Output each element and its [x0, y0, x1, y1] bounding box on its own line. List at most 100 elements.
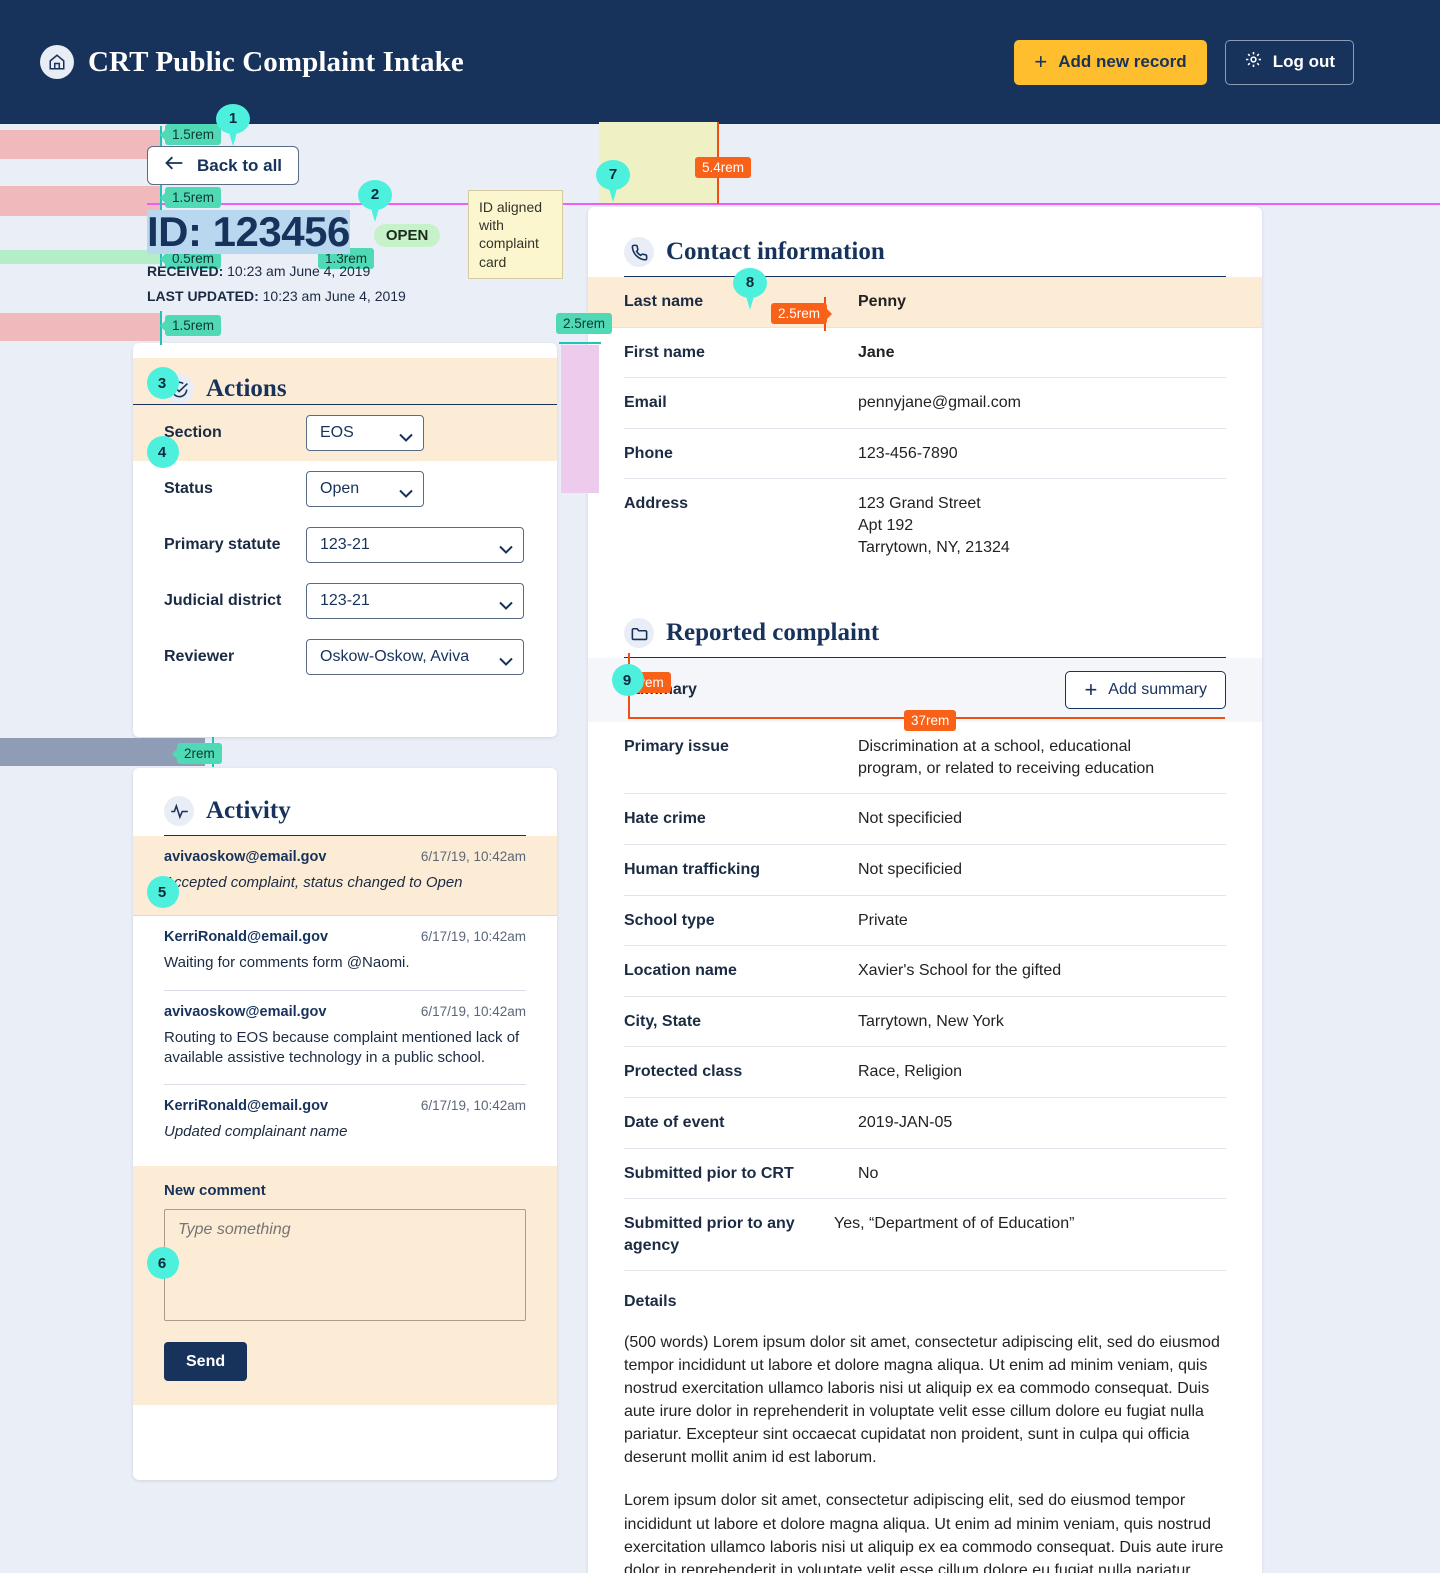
section-value: EOS	[320, 424, 354, 441]
row-value: Race, Religion	[858, 1063, 963, 1081]
activity-user: avivaoskow@email.gov	[164, 1003, 327, 1020]
status-badge: OPEN	[373, 224, 441, 248]
new-comment-block: New comment Send	[133, 1166, 557, 1406]
last-updated-value: 10:23 am June 4, 2019	[262, 288, 406, 305]
pulse-icon	[164, 796, 194, 826]
complaint-row-submitted-prior-agency: Submitted prior to any agency Yes, “Depa…	[624, 1199, 1226, 1272]
activity-user: KerriRonald@email.gov	[164, 929, 329, 946]
complaint-row-submitted-prior-crt: Submitted pior to CRT No	[624, 1149, 1226, 1200]
reviewer-label: Reviewer	[164, 648, 235, 665]
row-value: 123 Grand Street Apt 192 Tarrytown, NY, …	[858, 495, 1010, 556]
complaint-row-location-name: Location name Xavier's School for the gi…	[624, 946, 1226, 997]
row-value: pennyjane@gmail.com	[858, 394, 1021, 412]
status-select[interactable]: Open	[306, 471, 424, 507]
activity-body: Routing to EOS because complaint mention…	[164, 1028, 520, 1066]
row-key: Location name	[624, 962, 737, 980]
chevron-down-icon	[499, 597, 513, 610]
last-updated-label: LAST UPDATED:	[147, 288, 259, 305]
primary-statute-select[interactable]: 123-21	[306, 527, 524, 563]
activity-body: Waiting for comments form @Naomi.	[164, 954, 410, 972]
row-key: Protected class	[624, 1063, 743, 1081]
reviewer-value: Oskow-Oskow, Aviva	[320, 648, 470, 665]
row-key: Submitted pior to CRT	[624, 1164, 794, 1182]
actions-card-header: Actions	[133, 358, 557, 405]
received-label: RECEIVED:	[147, 263, 224, 280]
back-to-all-button[interactable]: Back to all	[147, 146, 299, 185]
received-line: RECEIVED: 10:23 am June 4, 2019	[147, 263, 440, 279]
new-comment-label: New comment	[164, 1182, 266, 1200]
details-paragraph-1: (500 words) Lorem ipsum dolor sit amet, …	[624, 1334, 1220, 1467]
actions-card: Actions Section EOS Status Open Primary …	[133, 343, 557, 737]
gear-icon	[1244, 50, 1263, 74]
activity-user: KerriRonald@email.gov	[164, 1098, 329, 1114]
brand: CRT Public Complaint Intake	[40, 45, 464, 79]
send-comment-button[interactable]: Send	[164, 1342, 248, 1382]
row-key: Address	[624, 495, 689, 513]
app-header: CRT Public Complaint Intake + Add new re…	[0, 0, 1440, 124]
row-key: School type	[624, 911, 715, 929]
activity-time: 6/17/19, 10:42am	[420, 1098, 526, 1113]
activity-body: Accepted complaint, status changed to Op…	[164, 874, 463, 891]
row-key: City, State	[624, 1012, 702, 1030]
activity-card: Activity avivaoskow@email.gov 6/17/19, 1…	[133, 768, 557, 1480]
add-new-record-button[interactable]: + Add new record	[1014, 39, 1207, 85]
section-label: Section	[164, 424, 222, 441]
complaint-row-date-of-event: Date of event 2019-JAN-05	[624, 1098, 1226, 1149]
add-summary-label: Add summary	[1108, 681, 1207, 699]
new-comment-input[interactable]	[164, 1209, 526, 1322]
home-icon	[40, 45, 74, 79]
row-value: 123-456-7890	[858, 444, 958, 462]
row-value: 2019-JAN-05	[858, 1113, 953, 1131]
chevron-down-icon	[499, 653, 513, 666]
spacing-chip: 37rem	[904, 710, 957, 731]
app-title: CRT Public Complaint Intake	[88, 45, 464, 78]
row-value: Penny	[858, 293, 907, 310]
spacing-chip: 1.5rem	[165, 315, 222, 336]
spacing-band	[0, 250, 160, 264]
row-value: Xavier's School for the gifted	[858, 962, 1062, 980]
annotation-note: ID aligned with complaint card	[468, 190, 563, 279]
row-value: Discrimination at a school, educational …	[858, 738, 1155, 777]
contact-row-email: Email pennyjane@gmail.com	[624, 378, 1226, 429]
reviewer-select[interactable]: Oskow-Oskow, Aviva	[306, 639, 524, 675]
spacing-chip: 1.5rem	[165, 124, 222, 145]
row-key: Human trafficking	[624, 860, 761, 878]
row-value: Tarrytown, New York	[858, 1012, 1004, 1030]
plus-icon: +	[1034, 49, 1048, 74]
spacing-chip: 1rem	[626, 672, 671, 693]
field-primary-statute: Primary statute 123-21	[164, 517, 526, 573]
complaint-row-protected-class: Protected class Race, Religion	[624, 1047, 1226, 1098]
status-label: Status	[164, 480, 213, 497]
alignment-guide-line	[147, 203, 1440, 205]
contact-card-header: Contact information	[624, 237, 1226, 277]
spacing-chip: 1.5rem	[165, 187, 222, 208]
contact-row-address: Address 123 Grand Street Apt 192 Tarryto…	[624, 479, 1226, 572]
complaint-row-primary-issue: Primary issue Discrimination at a school…	[624, 722, 1226, 795]
spacing-chip: 2rem	[177, 743, 222, 764]
activity-card-header: Activity	[164, 796, 526, 836]
record-id: ID: 123456	[147, 208, 350, 255]
row-value: Not specificied	[858, 860, 963, 878]
field-status: Status Open	[164, 461, 526, 517]
callout-number: 7	[608, 166, 618, 183]
complaint-card-title: Reported complaint	[666, 619, 880, 647]
last-updated-line: LAST UPDATED: 10:23 am June 4, 2019	[147, 288, 440, 304]
logout-button[interactable]: Log out	[1224, 39, 1354, 85]
row-value: Private	[858, 911, 908, 929]
judicial-district-select[interactable]: 123-21	[306, 583, 524, 619]
complaint-row-human-trafficking: Human trafficking Not specificied	[624, 845, 1226, 896]
section-select[interactable]: EOS	[306, 415, 424, 451]
callout-number: 2	[370, 186, 380, 203]
details-label: Details	[624, 1293, 677, 1311]
activity-item: avivaoskow@email.gov 6/17/19, 10:42am Ro…	[164, 991, 526, 1085]
row-value: Jane	[858, 343, 895, 361]
activity-card-title: Activity	[206, 797, 291, 824]
add-summary-button[interactable]: + Add summary	[1065, 671, 1226, 710]
complaint-row-school-type: School type Private	[624, 896, 1226, 947]
row-value: Not specificied	[858, 810, 963, 828]
judicial-district-label: Judicial district	[164, 592, 282, 609]
contact-row-phone: Phone 123-456-7890	[624, 429, 1226, 480]
callout-marker-7: 7	[596, 160, 630, 202]
row-value: No	[858, 1164, 879, 1182]
plus-icon: +	[1084, 677, 1098, 703]
